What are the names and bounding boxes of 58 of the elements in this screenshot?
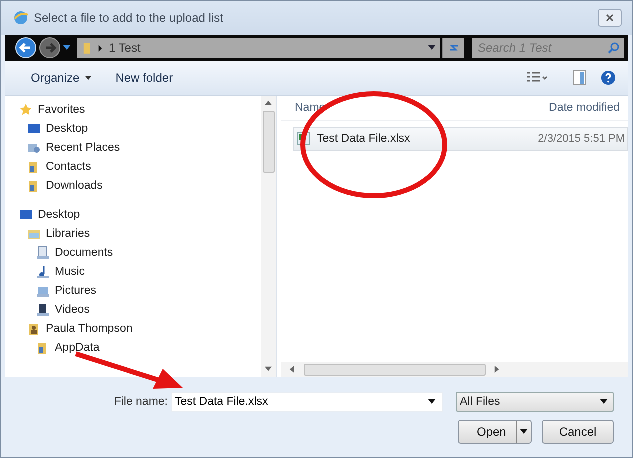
search-field[interactable]: Search 1 Test <box>472 38 624 58</box>
globe-icon <box>13 10 29 26</box>
caret-icon <box>520 429 528 435</box>
nav-item[interactable]: Recent Places <box>46 142 120 154</box>
nav-item[interactable]: Downloads <box>46 180 103 192</box>
scroll-left-icon[interactable] <box>289 366 296 373</box>
nav-item[interactable]: Libraries <box>46 228 90 240</box>
address-field[interactable]: 1 Test <box>77 38 440 58</box>
horizontal-scrollbar[interactable] <box>281 362 628 377</box>
back-icon[interactable] <box>15 37 37 59</box>
scroll-right-icon[interactable] <box>494 366 501 373</box>
forward-icon[interactable] <box>39 37 61 59</box>
cancel-button[interactable]: Cancel <box>542 420 614 444</box>
nav-item[interactable]: Pictures <box>55 284 97 296</box>
nav-item[interactable]: Videos <box>55 304 90 316</box>
file-date: 2/3/2015 5:51 PM <box>538 133 625 145</box>
nav-item[interactable]: Contacts <box>46 160 92 172</box>
star-icon <box>19 102 33 116</box>
scroll-thumb[interactable] <box>262 111 274 173</box>
chevron-icon <box>98 44 103 52</box>
new-folder-button[interactable]: New folder <box>108 68 182 88</box>
caret-icon <box>600 399 608 405</box>
nav-item[interactable]: Favorites <box>38 104 86 116</box>
file-name-field[interactable]: Test Data File.xlsx <box>171 392 443 412</box>
open-button[interactable]: Open <box>458 420 532 444</box>
file-name: Test Data File.xlsx <box>317 133 412 145</box>
window-title: Select a file to add to the upload list <box>34 11 224 25</box>
dropdown-caret-icon[interactable] <box>428 399 436 405</box>
music-note-icon <box>36 264 50 278</box>
nav-item[interactable]: Documents <box>55 246 114 258</box>
close-button[interactable] <box>598 9 622 27</box>
nav-item[interactable]: Music <box>55 266 86 278</box>
folder-icon <box>83 42 92 54</box>
user-folder-icon <box>27 322 41 336</box>
nav-item[interactable]: Desktop <box>46 122 88 134</box>
dropdown-caret-icon[interactable] <box>428 45 436 51</box>
dropdown-caret-icon[interactable] <box>63 45 71 51</box>
documents-icon <box>36 246 50 260</box>
monitor-icon <box>19 208 33 222</box>
caret-icon <box>84 76 92 80</box>
scroll-thumb[interactable] <box>304 364 486 376</box>
film-icon <box>36 302 50 316</box>
monitor-icon <box>27 122 41 136</box>
nav-item[interactable]: Desktop <box>38 208 80 220</box>
nav-item[interactable]: AppData <box>55 342 100 354</box>
search-icon <box>608 42 620 54</box>
scroll-down-icon[interactable] <box>265 366 272 373</box>
column-header[interactable]: Date modified <box>541 102 628 114</box>
nav-item[interactable]: Paula Thompson <box>46 322 133 334</box>
scroll-up-icon[interactable] <box>265 100 272 107</box>
organize-button[interactable]: Organize <box>23 68 100 88</box>
help-icon[interactable] <box>601 70 616 86</box>
vertical-scrollbar[interactable] <box>261 96 276 377</box>
file-type-dropdown[interactable]: All Files <box>456 392 614 412</box>
close-icon <box>605 13 615 23</box>
file-name-label: File name: <box>114 396 168 408</box>
file-row[interactable]: Test Data File.xlsx 2/3/2015 5:51 PM <box>293 127 628 151</box>
preview-pane-icon[interactable] <box>572 70 587 86</box>
